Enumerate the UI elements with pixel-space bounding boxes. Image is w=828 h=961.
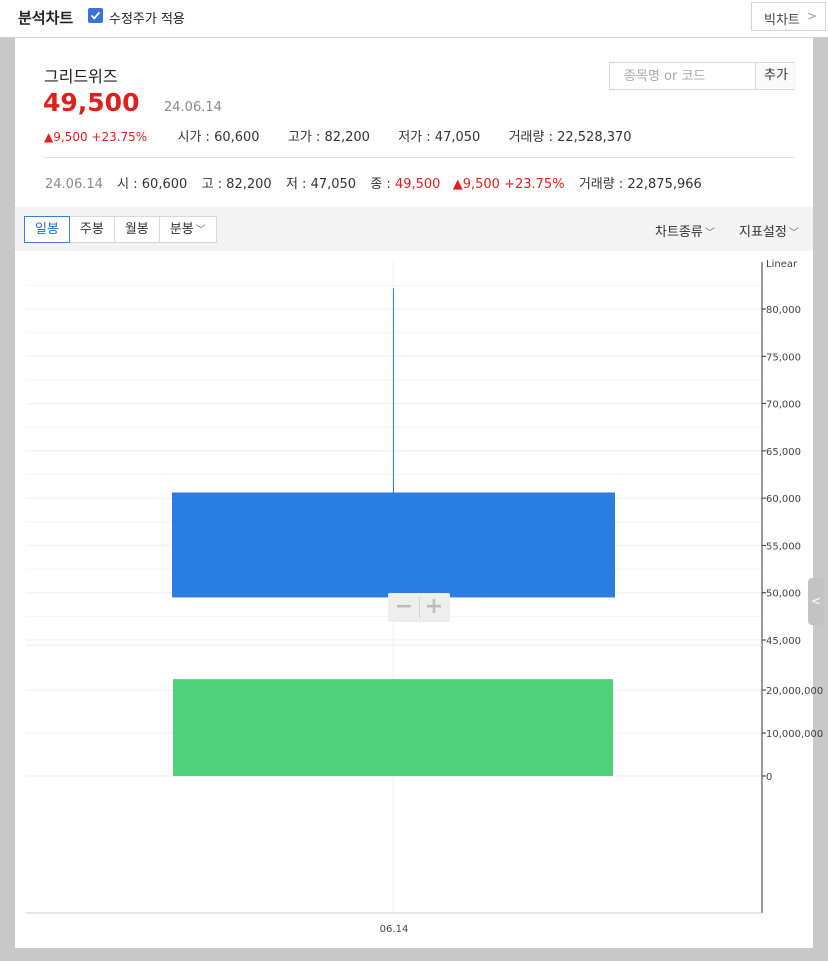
price-tick-label: 75,000: [766, 352, 801, 363]
side-panel-toggle[interactable]: <: [808, 578, 824, 625]
volume-bars: [173, 679, 613, 776]
price-tick-label: 65,000: [766, 447, 801, 458]
price-tick-label: 70,000: [766, 400, 801, 411]
volume-tick-label: 0: [766, 772, 772, 783]
volume-axis-ticks: 20,000,000 10,000,000 0: [762, 686, 823, 783]
price-tick-label: 60,000: [766, 494, 801, 505]
price-tick-label: 55,000: [766, 541, 801, 552]
price-chart[interactable]: Linear 80,000 75,000 70,000 65,000 60,000 55,…: [0, 0, 828, 961]
volume-bar: [173, 679, 613, 776]
candles: [172, 288, 615, 621]
zoom-control: − +: [388, 593, 450, 622]
price-tick-label: 45,000: [766, 636, 801, 647]
price-axis-ticks: 80,000 75,000 70,000 65,000 60,000 55,000 50,0…: [762, 305, 801, 647]
x-tick-label: 06.14: [380, 924, 409, 935]
scale-label: Linear: [766, 259, 798, 270]
price-tick-label: 80,000: [766, 305, 801, 316]
chevron-left-icon: <: [810, 594, 822, 608]
volume-tick-label: 10,000,000: [766, 729, 823, 740]
zoom-in-button[interactable]: +: [420, 596, 448, 618]
volume-tick-label: 20,000,000: [766, 686, 823, 697]
price-tick-label: 50,000: [766, 589, 801, 600]
zoom-out-button[interactable]: −: [390, 596, 418, 618]
candle-body: [172, 492, 615, 598]
